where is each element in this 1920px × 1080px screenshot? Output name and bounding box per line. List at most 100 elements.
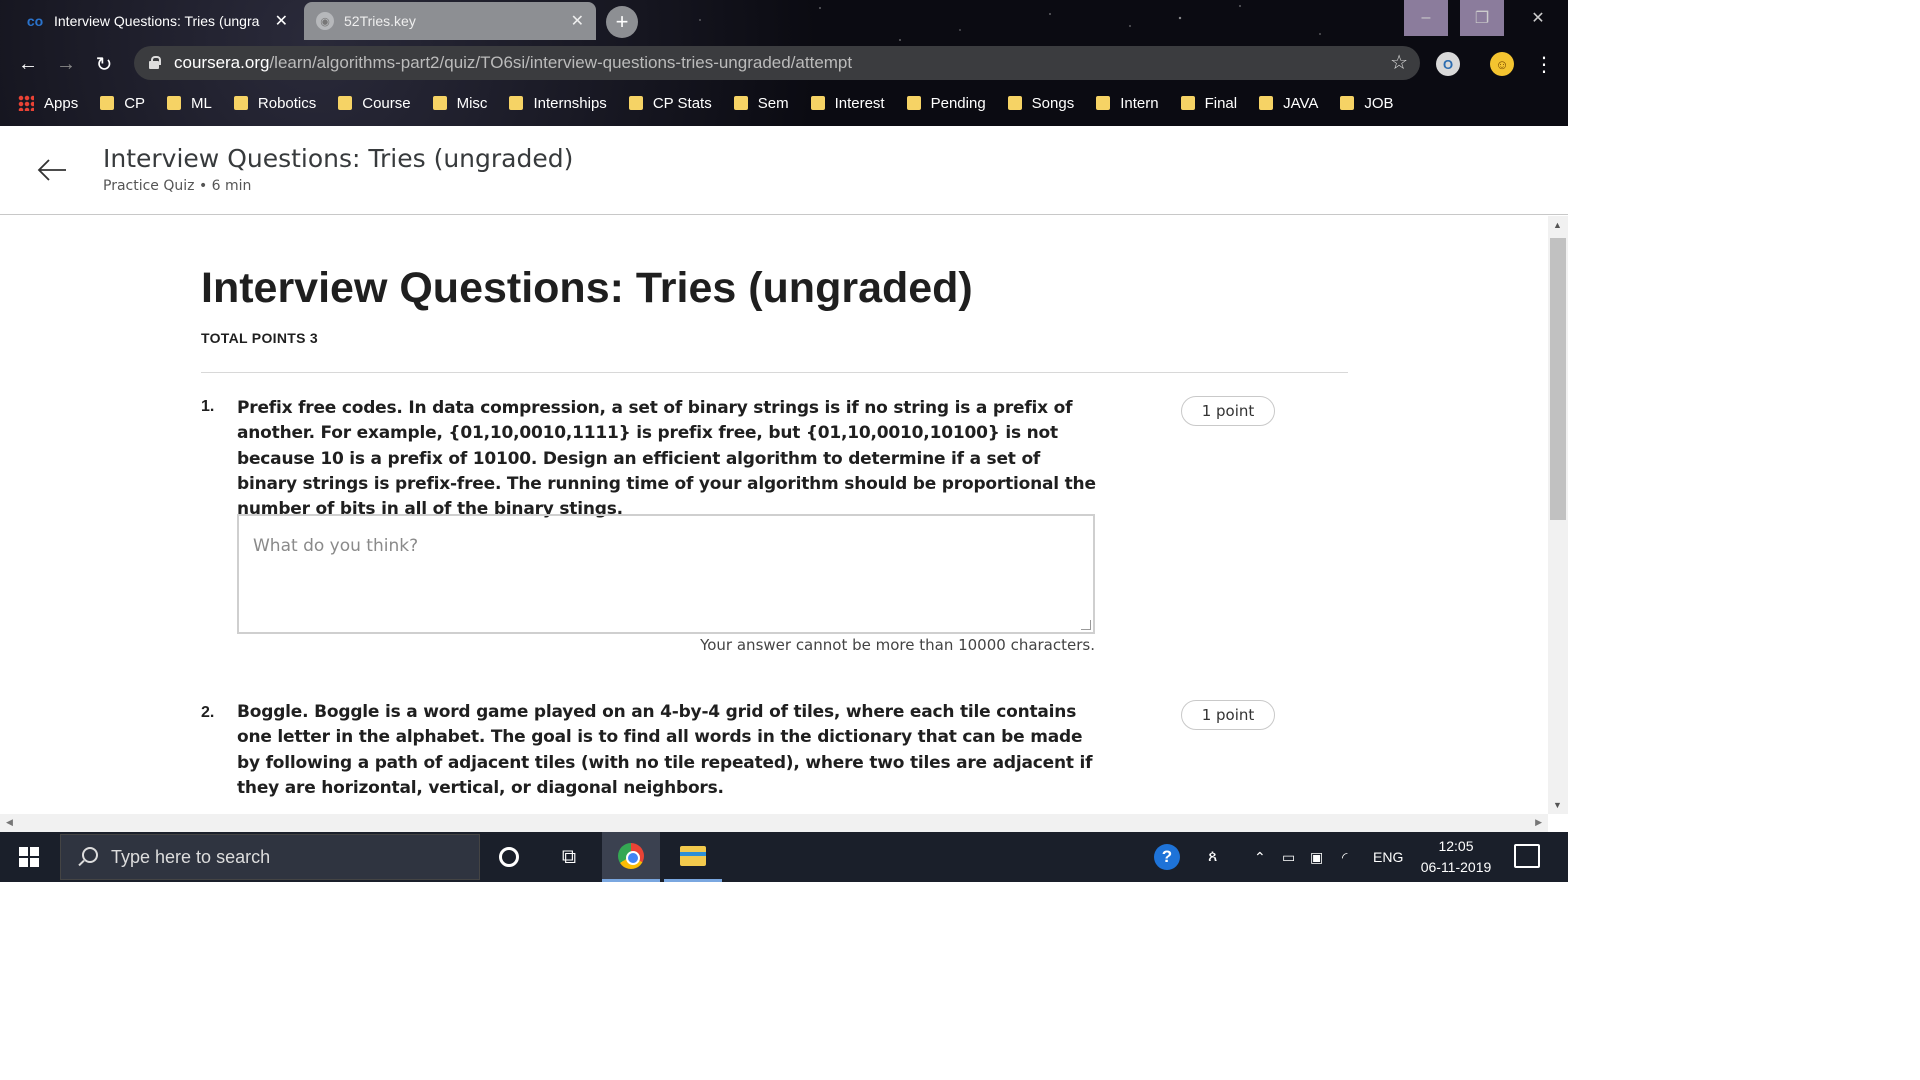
points-badge: 1 point bbox=[1181, 700, 1275, 730]
answer-placeholder: What do you think? bbox=[253, 536, 419, 556]
answer-textarea[interactable]: What do you think? bbox=[237, 514, 1095, 634]
bookmark-cp[interactable]: CP bbox=[100, 95, 145, 112]
folder-icon bbox=[233, 96, 248, 110]
notification-center-icon[interactable] bbox=[1514, 844, 1540, 868]
vertical-scrollbar[interactable]: ▲ ▼ bbox=[1548, 216, 1568, 814]
folder-icon bbox=[338, 96, 353, 110]
search-placeholder: Type here to search bbox=[111, 846, 271, 867]
question-number: 2. bbox=[201, 704, 215, 721]
bookmark-course[interactable]: Course bbox=[338, 95, 411, 112]
search-icon bbox=[77, 847, 98, 867]
people-icon[interactable]: ጰ bbox=[1208, 832, 1218, 882]
folder-icon bbox=[1340, 96, 1355, 110]
points-badge: 1 point bbox=[1181, 396, 1275, 426]
total-points: TOTAL POINTS 3 bbox=[201, 330, 318, 346]
folder-icon bbox=[906, 96, 921, 110]
clock-date: 06-11-2019 bbox=[1420, 859, 1492, 875]
bookmark-final[interactable]: Final bbox=[1180, 95, 1237, 112]
language-indicator[interactable]: ENG bbox=[1373, 832, 1403, 882]
taskbar-search[interactable]: Type here to search bbox=[60, 834, 480, 880]
reload-icon[interactable]: ↻ bbox=[90, 50, 118, 78]
bookmark-misc[interactable]: Misc bbox=[432, 95, 487, 112]
lock-icon bbox=[148, 56, 161, 70]
tab-tries-key[interactable]: ◉ 52Tries.key ✕ bbox=[304, 2, 596, 40]
bookmark-job[interactable]: JOB bbox=[1340, 95, 1394, 112]
tab-interview-questions[interactable]: co Interview Questions: Tries (ungra ✕ bbox=[14, 2, 300, 40]
chrome-menu-icon[interactable]: ⋮ bbox=[1532, 52, 1556, 76]
profile-emoji-icon[interactable]: ☺ bbox=[1490, 52, 1514, 76]
bookmark-robotics[interactable]: Robotics bbox=[233, 95, 316, 112]
bookmark-interest[interactable]: Interest bbox=[810, 95, 885, 112]
bookmark-pending[interactable]: Pending bbox=[906, 95, 986, 112]
folder-icon bbox=[733, 96, 748, 110]
close-tab-icon[interactable]: ✕ bbox=[275, 11, 288, 31]
bookmark-sem[interactable]: Sem bbox=[733, 95, 789, 112]
task-view-icon[interactable]: ⧉ bbox=[540, 832, 598, 882]
help-tray-icon[interactable]: ? bbox=[1154, 832, 1180, 882]
folder-icon bbox=[167, 96, 182, 110]
start-button[interactable] bbox=[0, 832, 58, 882]
apps-grid-icon bbox=[18, 95, 34, 111]
minimize-icon[interactable]: – bbox=[1404, 0, 1448, 36]
scrollbar-thumb[interactable] bbox=[1550, 238, 1566, 520]
bookmark-intern[interactable]: Intern bbox=[1096, 95, 1159, 112]
character-limit-hint: Your answer cannot be more than 10000 ch… bbox=[700, 636, 1095, 654]
bookmark-songs[interactable]: Songs bbox=[1007, 95, 1074, 112]
question-number: 1. bbox=[201, 398, 215, 415]
folder-icon bbox=[1096, 96, 1111, 110]
bookmark-star-icon[interactable]: ☆ bbox=[1390, 50, 1408, 75]
folder-icon bbox=[1259, 96, 1274, 110]
battery-icon[interactable]: ▭ bbox=[1282, 832, 1295, 882]
extension-o-icon[interactable]: O bbox=[1436, 52, 1460, 76]
quiz-content: Interview Questions: Tries (ungraded) TO… bbox=[0, 216, 1548, 814]
scroll-down-icon[interactable]: ▼ bbox=[1553, 800, 1562, 810]
clock-time: 12:05 bbox=[1438, 838, 1474, 854]
close-tab-icon[interactable]: ✕ bbox=[571, 11, 584, 31]
network-icon[interactable]: ▣ bbox=[1310, 832, 1323, 882]
divider bbox=[201, 372, 1348, 373]
folder-icon bbox=[432, 96, 447, 110]
bookmarks-bar: Apps CP ML Robotics Course Misc Internsh… bbox=[0, 88, 1568, 118]
question-text: Prefix free codes. In data compression, … bbox=[237, 398, 1096, 520]
back-arrow-icon[interactable] bbox=[36, 154, 68, 186]
back-icon[interactable]: ← bbox=[14, 50, 42, 78]
file-explorer-icon[interactable] bbox=[664, 832, 722, 882]
folder-icon bbox=[628, 96, 643, 110]
tab-title: 52Tries.key bbox=[344, 13, 416, 29]
quiz-header: Interview Questions: Tries (ungraded) Pr… bbox=[0, 126, 1568, 215]
bookmark-ml[interactable]: ML bbox=[167, 95, 212, 112]
new-tab-button[interactable]: + bbox=[606, 6, 638, 38]
tab-title: Interview Questions: Tries (ungra bbox=[54, 13, 260, 29]
horizontal-scrollbar[interactable]: ◀ ▶ bbox=[0, 814, 1548, 832]
header-subtitle: Practice Quiz • 6 min bbox=[103, 178, 252, 194]
folder-icon bbox=[1180, 96, 1195, 110]
header-title: Interview Questions: Tries (ungraded) bbox=[103, 144, 574, 173]
windows-logo-icon bbox=[19, 847, 39, 867]
page-title: Interview Questions: Tries (ungraded) bbox=[201, 264, 973, 312]
restore-icon[interactable]: ❐ bbox=[1460, 0, 1504, 36]
question-text: Boggle. Boggle is a word game played on … bbox=[237, 702, 1093, 798]
system-clock[interactable]: 12:05 06-11-2019 bbox=[1410, 836, 1502, 878]
bookmark-cp-stats[interactable]: CP Stats bbox=[628, 95, 712, 112]
forward-icon[interactable]: → bbox=[52, 50, 80, 78]
coursera-icon: co bbox=[26, 13, 44, 29]
folder-icon bbox=[509, 96, 524, 110]
address-bar[interactable]: coursera.org/learn/algorithms-part2/quiz… bbox=[134, 46, 1420, 80]
url-host: coursera.org bbox=[174, 53, 270, 72]
scroll-right-icon[interactable]: ▶ bbox=[1535, 817, 1542, 828]
globe-icon: ◉ bbox=[316, 12, 334, 30]
url-path: /learn/algorithms-part2/quiz/TO6si/inter… bbox=[269, 53, 853, 72]
navigation-bar: ← → ↻ coursera.org/learn/algorithms-part… bbox=[0, 44, 1568, 82]
cortana-icon[interactable] bbox=[480, 832, 538, 882]
tray-chevron-icon[interactable]: ⌃ bbox=[1254, 832, 1266, 882]
close-window-icon[interactable]: ✕ bbox=[1516, 0, 1560, 36]
scroll-up-icon[interactable]: ▲ bbox=[1553, 220, 1562, 230]
resize-handle-icon[interactable] bbox=[1081, 620, 1091, 630]
bookmark-java[interactable]: JAVA bbox=[1259, 95, 1318, 112]
bookmark-apps[interactable]: Apps bbox=[18, 95, 78, 112]
scroll-left-icon[interactable]: ◀ bbox=[6, 817, 13, 828]
bookmark-internships[interactable]: Internships bbox=[509, 95, 607, 112]
wifi-icon[interactable]: ◜ bbox=[1342, 832, 1347, 882]
folder-icon bbox=[100, 96, 115, 110]
chrome-taskbar-icon[interactable] bbox=[602, 832, 660, 882]
